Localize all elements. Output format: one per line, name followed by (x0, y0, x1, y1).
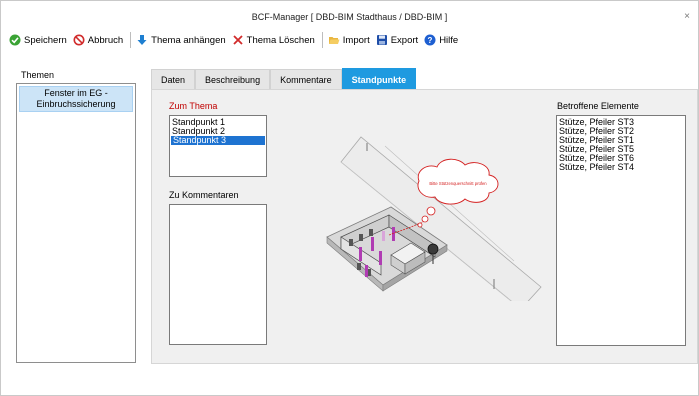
affected-elements-list[interactable]: Stütze, Pfeiler ST3 Stütze, Pfeiler ST2 … (556, 115, 686, 346)
close-icon[interactable]: × (684, 12, 690, 22)
topics-list[interactable]: Fenster im EG - Einbruchssicherung (16, 83, 136, 363)
topic-item[interactable]: Fenster im EG - Einbruchssicherung (19, 86, 133, 112)
floppy-disk-icon (376, 35, 387, 45)
toolbar-separator (130, 32, 132, 48)
comment-viewpoint-list[interactable] (169, 204, 267, 345)
window-title: BCF-Manager [ DBD-BIM Stadthaus / DBD-BI… (251, 12, 448, 22)
arrow-down-icon (137, 35, 147, 45)
topic-item-line2: Einbruchssicherung (36, 99, 116, 109)
cancel-button-label: Abbruch (87, 34, 124, 46)
import-button-label: Import (342, 34, 370, 46)
save-button-label: Speichern (24, 34, 67, 46)
cancel-button[interactable]: Abbruch (73, 34, 123, 46)
camera-marker-icon (427, 243, 439, 255)
help-circle-icon: ? (424, 34, 436, 46)
viewpoint-list[interactable]: Standpunkt 1 Standpunkt 2 Standpunkt 3 (169, 115, 267, 177)
delete-topic-label: Thema Löschen (246, 34, 315, 46)
zu-kommentaren-label: Zu Kommentaren (169, 190, 239, 200)
help-button-label: Hilfe (439, 34, 459, 46)
tab-standpunkte[interactable]: Standpunkte (341, 68, 417, 89)
topics-heading: Themen (21, 70, 55, 80)
check-circle-icon (9, 34, 21, 46)
folder-open-icon (328, 37, 340, 44)
delete-x-icon (233, 35, 243, 45)
save-button[interactable]: Speichern (9, 34, 67, 46)
zum-thema-label: Zum Thema (169, 101, 218, 111)
tab-strip: Daten Beschreibung Kommentare Standpunkt… (151, 68, 417, 89)
no-entry-icon (73, 34, 85, 46)
building-model-render: Bitte Stützenquerschnitt prüfen (326, 136, 542, 310)
help-button[interactable]: ? Hilfe (424, 34, 458, 46)
svg-text:?: ? (428, 36, 433, 45)
delete-topic-button[interactable]: Thema Löschen (232, 34, 315, 46)
annotation-text: Bitte Stützenquerschnitt prüfen (429, 181, 487, 186)
affected-elements-label: Betroffene Elemente (557, 101, 639, 111)
export-button-label: Export (390, 34, 419, 46)
toolbar-separator (321, 32, 323, 48)
attach-topic-button[interactable]: Thema anhängen (136, 34, 226, 46)
affected-element-item[interactable]: Stütze, Pfeiler ST4 (557, 163, 685, 172)
viewpoint-snapshot[interactable]: Bitte Stützenquerschnitt prüfen (319, 119, 551, 310)
tab-kommentare[interactable]: Kommentare (270, 69, 342, 89)
topic-item-line1: Fenster im EG - (44, 88, 108, 98)
attach-topic-label: Thema anhängen (151, 34, 226, 46)
import-button[interactable]: Import (328, 34, 370, 46)
toolbar: Speichern Abbruch Thema anhängen Thema L… (9, 31, 464, 49)
tab-beschreibung[interactable]: Beschreibung (195, 69, 271, 89)
viewpoint-item-selected[interactable]: Standpunkt 3 (171, 136, 265, 145)
export-button[interactable]: Export (376, 34, 418, 46)
tab-daten[interactable]: Daten (151, 69, 196, 89)
